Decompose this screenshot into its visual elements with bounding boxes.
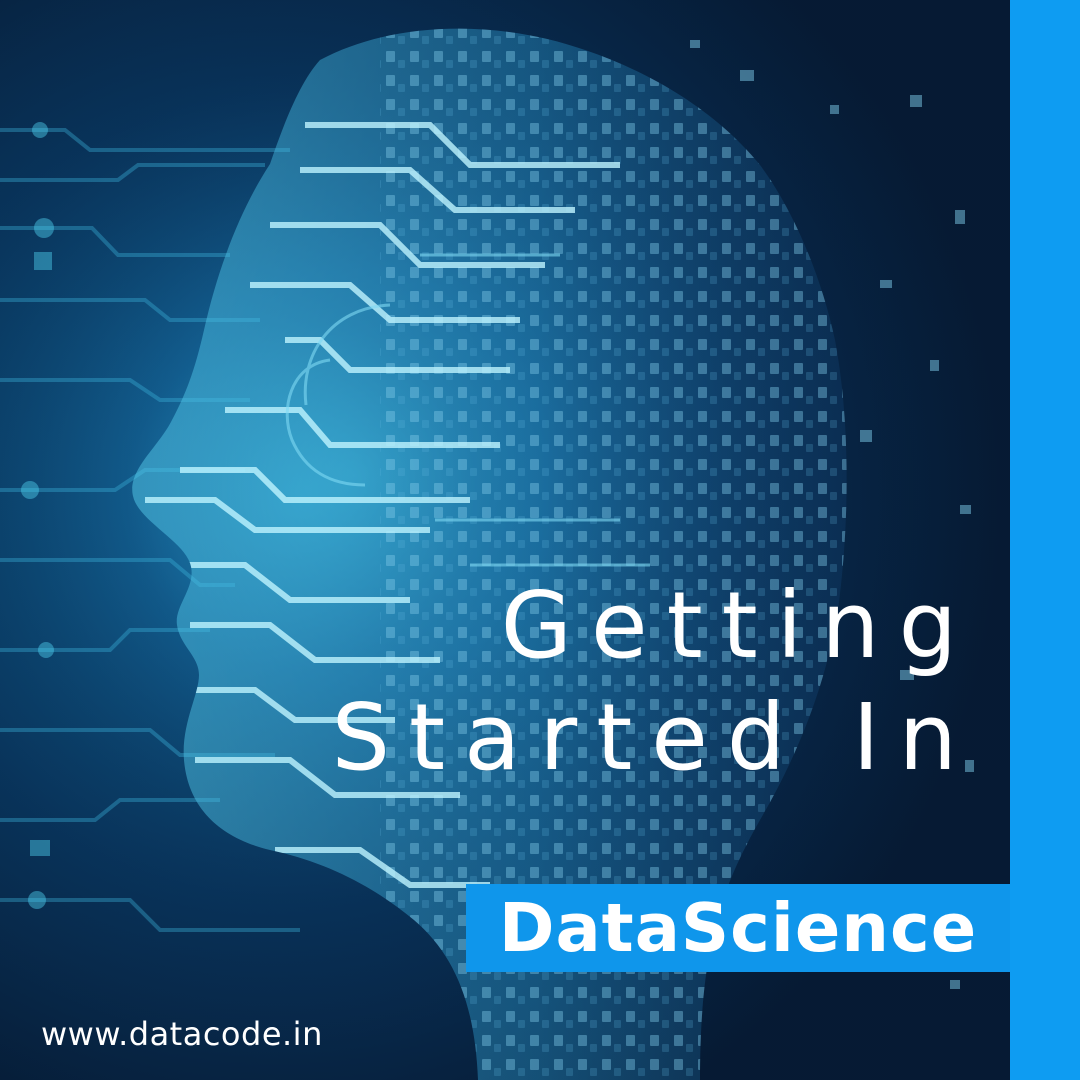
datascience-badge: DataScience — [466, 884, 1010, 972]
headline-line-2: Started In — [331, 684, 976, 791]
accent-side-stripe — [1010, 0, 1080, 1080]
headline-line-1: Getting — [500, 572, 976, 679]
datascience-poster: Getting Started In DataScience www.datac… — [0, 0, 1080, 1080]
footer-url: www.datacode.in — [41, 1015, 323, 1053]
headline: Getting Started In — [216, 570, 976, 794]
